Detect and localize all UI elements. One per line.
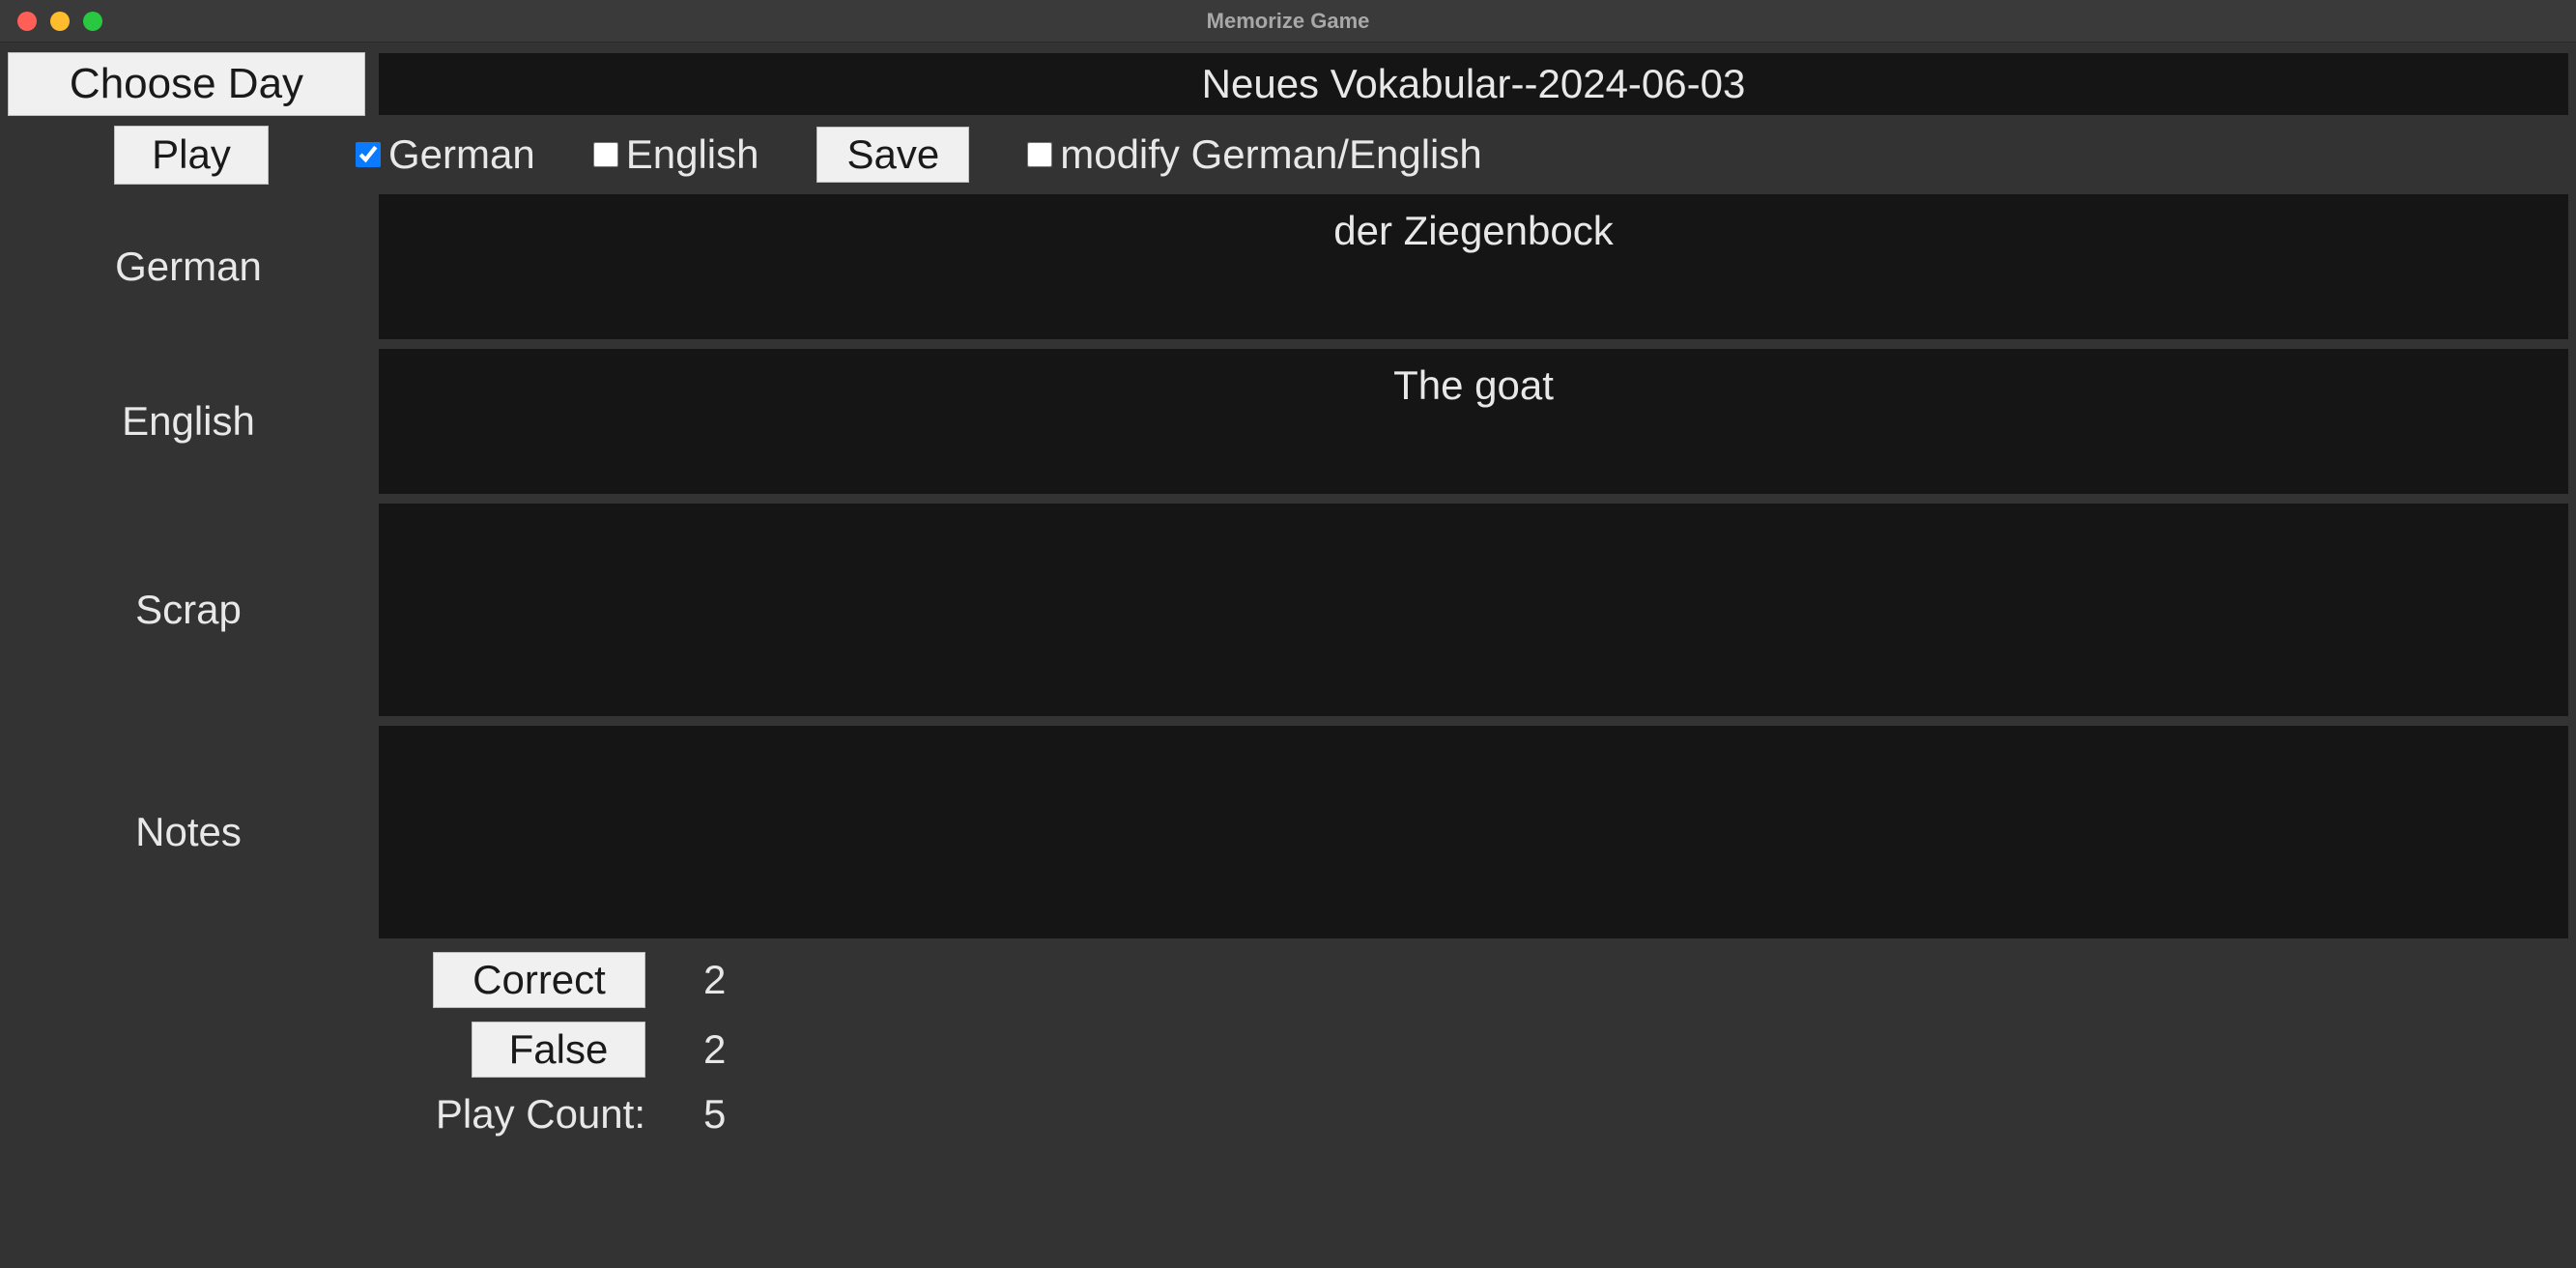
english-row: English The goat xyxy=(8,349,2568,494)
english-checkbox[interactable] xyxy=(593,142,618,167)
false-button[interactable]: False xyxy=(472,1022,645,1078)
notes-label: Notes xyxy=(8,726,379,938)
titlebar: Memorize Game xyxy=(0,0,2576,43)
controls-right: German English Save modify German/Englis… xyxy=(356,127,1482,183)
play-button[interactable]: Play xyxy=(114,126,269,184)
modify-checkbox-wrap[interactable]: modify German/English xyxy=(1027,131,1482,178)
playcount-value: 5 xyxy=(703,1091,726,1138)
save-button[interactable]: Save xyxy=(816,127,969,183)
minimize-window-icon[interactable] xyxy=(50,12,70,31)
english-label: English xyxy=(8,349,379,494)
deck-title: Neues Vokabular--2024-06-03 xyxy=(379,53,2568,115)
choose-day-button[interactable]: Choose Day xyxy=(8,52,365,116)
german-row: German der Ziegenbock xyxy=(8,194,2568,339)
close-window-icon[interactable] xyxy=(17,12,37,31)
notes-input[interactable] xyxy=(379,726,2568,938)
german-input[interactable]: der Ziegenbock xyxy=(379,194,2568,339)
scrap-row: Scrap xyxy=(8,504,2568,716)
german-checkbox-label: German xyxy=(388,131,535,178)
header-row: Choose Day Neues Vokabular--2024-06-03 xyxy=(8,52,2568,116)
correct-button[interactable]: Correct xyxy=(433,952,645,1008)
scrap-label: Scrap xyxy=(8,504,379,716)
german-label: German xyxy=(8,194,379,339)
german-checkbox-wrap[interactable]: German xyxy=(356,131,535,178)
scrap-input[interactable] xyxy=(379,504,2568,716)
german-checkbox[interactable] xyxy=(356,142,381,167)
notes-row: Notes xyxy=(8,726,2568,938)
correct-value: 2 xyxy=(703,957,726,1003)
traffic-lights xyxy=(0,12,102,31)
english-checkbox-label: English xyxy=(626,131,759,178)
playcount-row: Play Count: 5 xyxy=(8,1091,2568,1138)
correct-row: Correct 2 xyxy=(8,952,2568,1008)
false-value: 2 xyxy=(703,1026,726,1073)
english-input[interactable]: The goat xyxy=(379,349,2568,494)
modify-checkbox[interactable] xyxy=(1027,142,1052,167)
maximize-window-icon[interactable] xyxy=(83,12,102,31)
correct-button-holder: Correct xyxy=(8,952,703,1008)
playcount-label: Play Count: xyxy=(8,1091,703,1138)
controls-row: Play German English Save modify German/E… xyxy=(8,126,2568,184)
false-row: False 2 xyxy=(8,1022,2568,1078)
english-checkbox-wrap[interactable]: English xyxy=(593,131,759,178)
modify-checkbox-label: modify German/English xyxy=(1060,131,1482,178)
window-title: Memorize Game xyxy=(1207,9,1370,34)
content-area: Choose Day Neues Vokabular--2024-06-03 P… xyxy=(0,43,2576,1145)
false-button-holder: False xyxy=(8,1022,703,1078)
